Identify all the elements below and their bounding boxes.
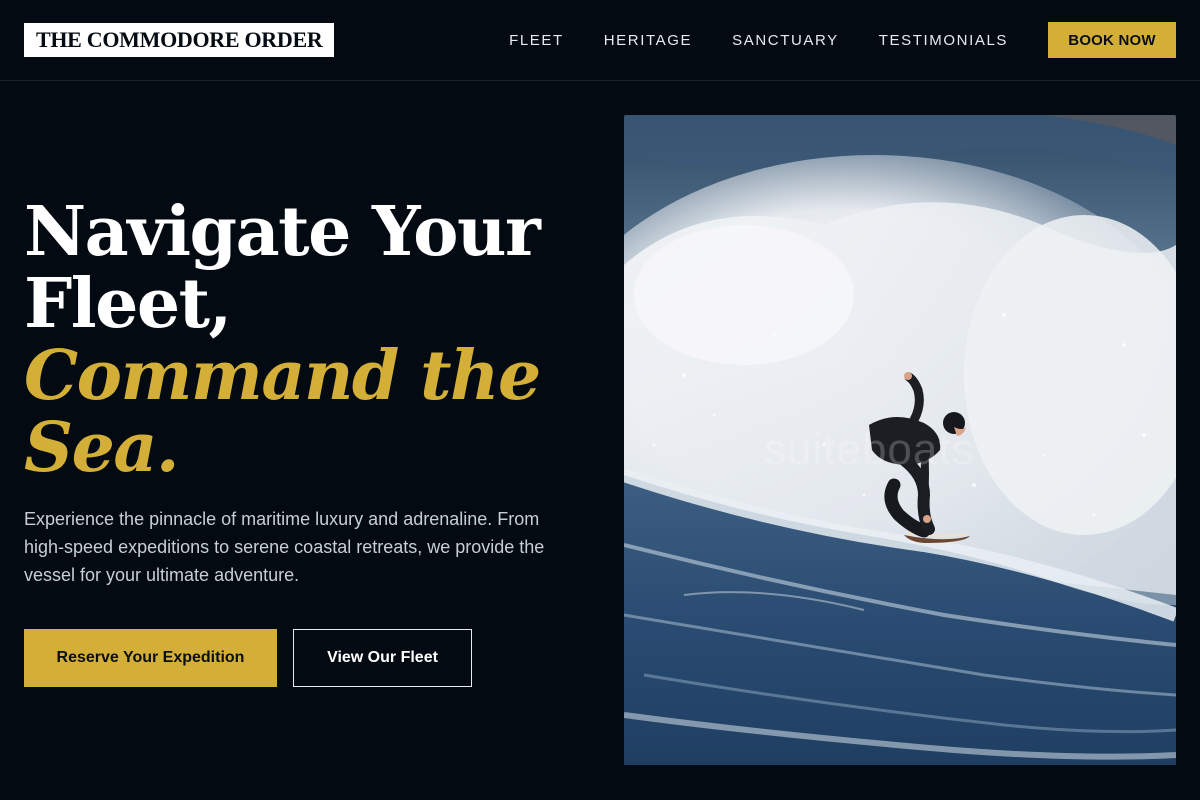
hero-accent-line-2: Sea. (24, 408, 180, 488)
site-header: THE COMMODORE ORDER FLEET HERITAGE SANCT… (0, 0, 1200, 81)
view-fleet-button[interactable]: View Our Fleet (293, 629, 472, 687)
image-watermark: suiteboats (764, 425, 975, 474)
hero-title: Navigate Your Fleet, Command the Sea. (24, 196, 584, 484)
main-nav: FLEET HERITAGE SANCTUARY TESTIMONIALS BO… (509, 22, 1176, 58)
nav-link-fleet[interactable]: FLEET (509, 32, 564, 49)
page: THE COMMODORE ORDER FLEET HERITAGE SANCT… (0, 0, 1200, 800)
brand-logo[interactable]: THE COMMODORE ORDER (24, 23, 335, 57)
hero-description: Experience the pinnacle of maritime luxu… (24, 509, 545, 585)
reserve-expedition-button[interactable]: Reserve Your Expedition (24, 629, 277, 687)
nav-link-sanctuary[interactable]: SANCTUARY (732, 32, 839, 49)
hero-title-line-2: Fleet, (24, 264, 232, 344)
nav-link-testimonials[interactable]: TESTIMONIALS (879, 32, 1008, 49)
nav-link-heritage[interactable]: HERITAGE (604, 32, 692, 49)
hero-title-line-1: Navigate Your (24, 192, 541, 272)
hero-accent-line-1: Command the (24, 336, 541, 416)
hero-image-surfer: suiteboats (624, 115, 1176, 765)
book-now-button[interactable]: BOOK NOW (1048, 22, 1176, 58)
